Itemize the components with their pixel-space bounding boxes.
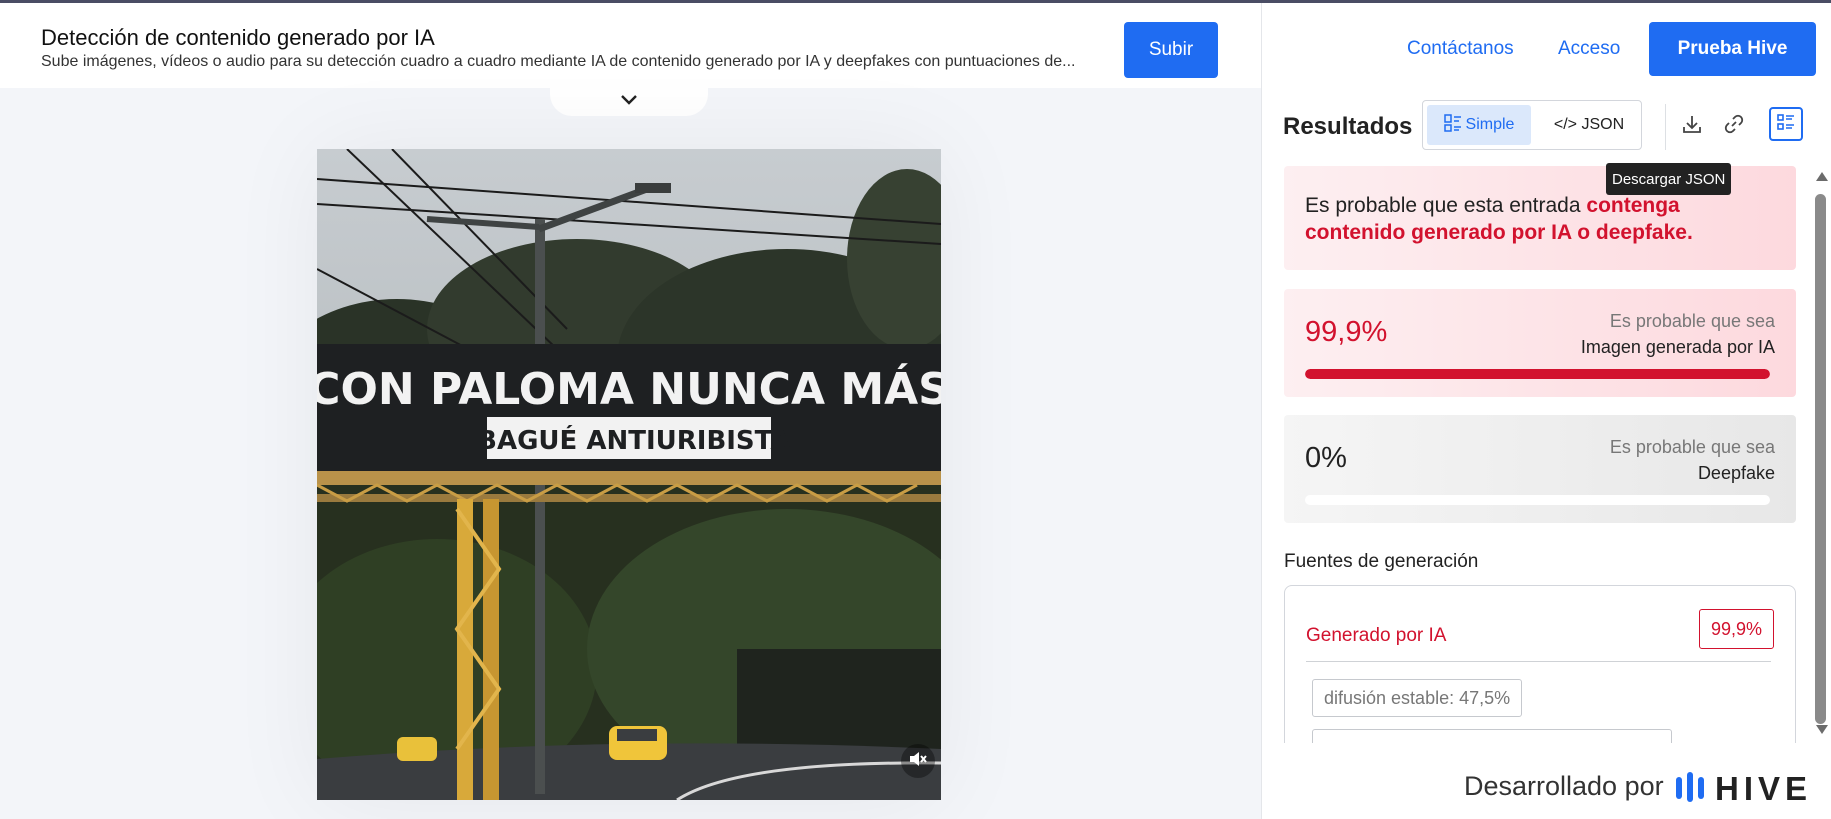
collapse-header-toggle[interactable] — [550, 85, 708, 116]
sources-title: Fuentes de generación — [1284, 551, 1479, 572]
score-card-ai-image: 99,9% Es probable que sea Imagen generad… — [1284, 289, 1796, 397]
download-json-button[interactable] — [1676, 110, 1708, 142]
scroll-down-arrow[interactable] — [1816, 725, 1828, 734]
download-icon — [1682, 114, 1702, 139]
media-preview: CON PALOMA NUNCA MÁS IBAGUÉ ANTIURIBISTA — [317, 149, 941, 800]
score-class-label: Imagen generada por IA — [1580, 337, 1775, 357]
source-label: Generado por IA — [1306, 625, 1447, 646]
banner-line-2: IBAGUÉ ANTIURIBISTA — [467, 424, 790, 456]
upload-pane: Detección de contenido generado por IA S… — [0, 3, 1261, 819]
results-list[interactable]: Es probable que esta entrada contenga co… — [1262, 163, 1814, 743]
page-subtitle: Sube imágenes, vídeos o audio para su de… — [41, 53, 1076, 70]
score-likely-label: Es probable que sea — [1609, 437, 1775, 457]
layout-list-icon — [1443, 113, 1462, 137]
view-mode-toggle: Simple </> JSON — [1422, 100, 1642, 150]
view-simple-tab[interactable]: Simple — [1427, 105, 1531, 145]
upload-button[interactable]: Subir — [1124, 22, 1218, 78]
chevron-down-icon — [621, 92, 637, 110]
toolbar-divider — [1665, 104, 1666, 150]
score-card-deepfake: 0% Es probable que sea Deepfake — [1284, 415, 1796, 523]
page-title: Detección de contenido generado por IA — [41, 25, 435, 50]
contact-link[interactable]: Contáctanos — [1407, 38, 1514, 60]
copy-link-button[interactable] — [1718, 110, 1750, 142]
score-progress-bar — [1305, 369, 1770, 379]
score-class-label: Deepfake — [1697, 463, 1775, 483]
score-likely-label: Es probable que sea — [1609, 311, 1775, 331]
banner-line-1: CON PALOMA NUNCA MÁS — [317, 362, 941, 415]
login-link[interactable]: Acceso — [1558, 38, 1620, 60]
source-chip: difusión estable: 47,5% — [1312, 679, 1523, 717]
score-progress-bar — [1305, 495, 1770, 505]
source-chip — [1312, 729, 1672, 743]
scroll-thumb[interactable] — [1815, 194, 1826, 724]
list-detail-icon — [1776, 112, 1796, 137]
preview-image: CON PALOMA NUNCA MÁS IBAGUÉ ANTIURIBISTA — [317, 149, 941, 800]
hive-bars-icon — [1675, 771, 1705, 808]
download-json-tooltip: Descargar JSON — [1606, 163, 1732, 195]
view-json-tab[interactable]: </> JSON — [1539, 105, 1639, 145]
scroll-up-arrow[interactable] — [1816, 172, 1828, 181]
try-hive-button[interactable]: Prueba Hive — [1649, 22, 1816, 76]
speaker-muted-icon — [908, 749, 928, 774]
link-icon — [1724, 114, 1744, 139]
sources-card: Generado por IA 99,9% difusión estable: … — [1284, 585, 1796, 743]
mute-toggle[interactable] — [901, 744, 935, 778]
detector-header: Detección de contenido generado por IA S… — [0, 3, 1261, 88]
hive-logo[interactable]: HIVE — [1675, 770, 1812, 808]
hive-wordmark: HIVE — [1715, 770, 1813, 807]
score-percent: 0% — [1305, 442, 1347, 474]
detail-view-button[interactable] — [1769, 107, 1803, 141]
view-simple-label: Simple — [1465, 116, 1515, 133]
results-scrollbar[interactable] — [1812, 168, 1830, 738]
score-progress-fill — [1305, 369, 1770, 379]
view-json-label: </> JSON — [1553, 116, 1625, 133]
results-title: Resultados — [1283, 113, 1413, 140]
source-score-badge: 99,9% — [1698, 609, 1774, 649]
score-percent: 99,9% — [1305, 316, 1388, 348]
verdict-prefix: Es probable que esta entrada — [1305, 194, 1581, 217]
powered-by-label: Desarrollado por — [1464, 771, 1664, 801]
results-pane: Contáctanos Acceso Prueba Hive Resultado… — [1261, 3, 1831, 819]
source-divider — [1306, 661, 1771, 662]
